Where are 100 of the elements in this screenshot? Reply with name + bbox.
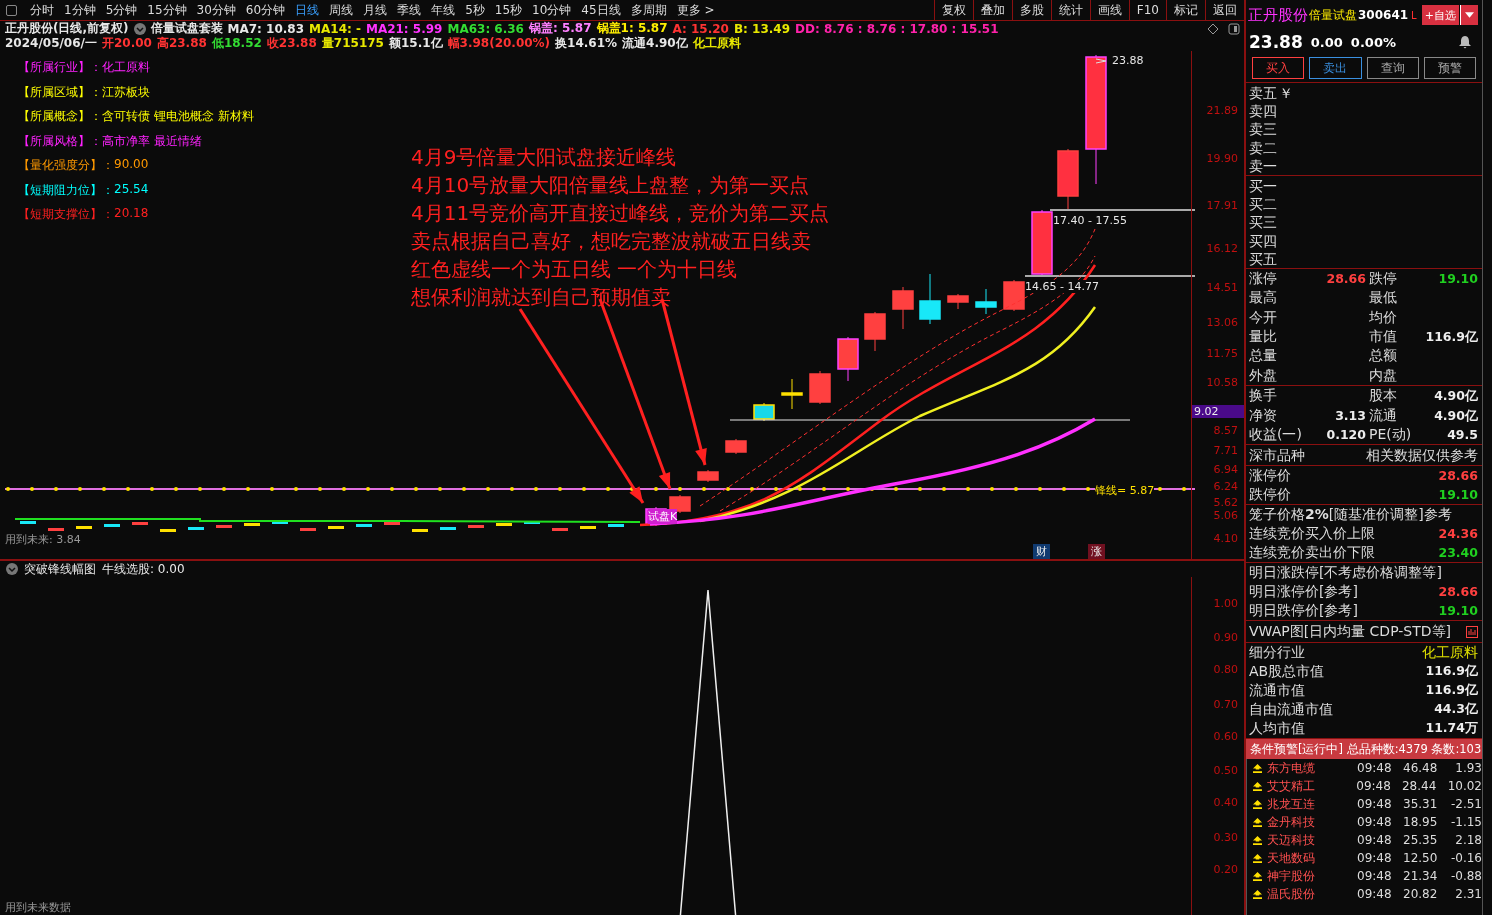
period-tab[interactable]: 日线 xyxy=(290,1,325,19)
candlestick xyxy=(356,524,372,527)
bar-chart-icon[interactable] xyxy=(1466,625,1478,638)
price-axis-label: 7.71 xyxy=(1213,444,1238,457)
alert-stock-name[interactable]: 温氏股份 xyxy=(1267,885,1357,903)
ask-level-label: 卖一 xyxy=(1249,156,1277,175)
trade-button[interactable]: 卖出 xyxy=(1309,57,1362,79)
candlestick xyxy=(132,522,148,525)
currency-mark: ￥ xyxy=(1279,84,1293,103)
toolbar-button[interactable]: 复权 xyxy=(933,0,973,20)
stat-label: 均价 xyxy=(1369,307,1397,327)
toolbar-button[interactable]: 叠加 xyxy=(972,0,1012,20)
toolbar-button[interactable]: 统计 xyxy=(1050,0,1090,20)
price-axis-label: 11.75 xyxy=(1206,347,1238,360)
cage-label: 连续竞价卖出价下限 xyxy=(1249,543,1375,562)
period-tab[interactable]: 更多 > xyxy=(671,1,720,19)
price-axis-label: 19.90 xyxy=(1206,152,1238,165)
alert-time: 09:48 xyxy=(1357,869,1393,884)
toolbar-button[interactable]: 多股 xyxy=(1011,0,1051,20)
candlestick xyxy=(328,526,344,529)
indicator-set-name: 倍量试盘套装 xyxy=(150,20,223,36)
tomorrow-value: 28.66 xyxy=(1438,584,1478,600)
candlestick xyxy=(697,469,719,483)
trade-button[interactable]: 买入 xyxy=(1252,57,1305,79)
period-tab[interactable]: 5分钟 xyxy=(100,1,143,19)
alert-stock-name[interactable]: 兆龙互连 xyxy=(1267,795,1357,813)
stat-value: 4.90亿 xyxy=(1434,406,1478,425)
industry-value: 化工原料 xyxy=(1422,643,1478,662)
stat-value: 19.10 xyxy=(1438,269,1478,288)
toolbar-button[interactable]: F10 xyxy=(1128,0,1166,20)
toolbar-button[interactable]: 返回 xyxy=(1205,0,1244,20)
alert-stock-name[interactable]: 艾艾精工 xyxy=(1266,777,1357,795)
sidebar-toggle-icon[interactable] xyxy=(6,4,17,16)
stat-label: 量比 xyxy=(1249,327,1277,347)
cage-value: 24.36 xyxy=(1438,526,1478,542)
value-amount: 116.9亿 xyxy=(1425,682,1478,700)
period-tab[interactable]: 15秒 xyxy=(489,1,528,19)
stat-label: 总量 xyxy=(1249,346,1277,366)
period-tab[interactable]: 5秒 xyxy=(460,1,490,19)
candlestick xyxy=(1057,148,1079,210)
alert-stock-name[interactable]: 神宇股份 xyxy=(1267,867,1357,885)
period-tab[interactable]: 15分钟 xyxy=(142,1,192,19)
toolbar-button[interactable]: 标记 xyxy=(1166,0,1205,20)
bell-icon[interactable] xyxy=(1458,35,1472,49)
ask-level-label: 卖二 xyxy=(1249,138,1277,157)
indicator-axis-label: 0.90 xyxy=(1213,631,1238,644)
chevron-down-icon[interactable] xyxy=(6,563,18,575)
period-tab[interactable]: 周线 xyxy=(324,1,359,19)
bid-level-label: 买四 xyxy=(1249,231,1277,250)
alert-stock-name[interactable]: 天迈科技 xyxy=(1267,831,1357,849)
period-tab[interactable]: 45日线 xyxy=(576,1,626,19)
indicator-axis-label: 0.40 xyxy=(1213,796,1238,809)
period-tab[interactable]: 分时 xyxy=(25,1,59,19)
candlestick xyxy=(412,529,428,532)
trade-button[interactable]: 预警 xyxy=(1423,57,1476,79)
info-value: 90.00 xyxy=(114,157,149,173)
chevron-down-icon[interactable] xyxy=(133,22,146,35)
alert-time: 09:48 xyxy=(1357,851,1393,866)
alert-stock-name[interactable]: 东方电缆 xyxy=(1267,759,1357,777)
indicator-value: MA21: 5.99 xyxy=(365,21,443,36)
market-kind: 深市品种 xyxy=(1249,446,1305,466)
trade-button[interactable]: 查询 xyxy=(1366,57,1419,79)
period-tab[interactable]: 年线 xyxy=(426,1,461,19)
vwap-link[interactable]: VWAP图[日内均量 CDP-STD等] xyxy=(1249,622,1451,641)
dropdown-button[interactable] xyxy=(1459,5,1478,25)
alert-stock-name[interactable]: 金丹科技 xyxy=(1267,813,1357,831)
future-data-label: 用到未来数据 xyxy=(5,900,71,915)
period-tab[interactable]: 月线 xyxy=(358,1,393,19)
price-axis-label: 6.24 xyxy=(1213,480,1238,493)
alert-stock-name[interactable]: 天地数码 xyxy=(1267,849,1357,867)
candlestick xyxy=(244,523,260,526)
stat-label: 市值 xyxy=(1369,327,1397,347)
alert-price: 21.34 xyxy=(1403,869,1439,884)
candlestick xyxy=(440,527,456,530)
cage-label: 连续竞价买入价上限 xyxy=(1249,524,1375,543)
bid-level-label: 买五 xyxy=(1249,249,1277,268)
event-badge[interactable]: 财 xyxy=(1033,544,1050,559)
indicator-value: B: 13.49 xyxy=(733,21,791,36)
bid-level-label: 买二 xyxy=(1249,195,1277,214)
alert-price: 18.95 xyxy=(1403,815,1439,830)
stat-label: 涨停 xyxy=(1249,268,1277,288)
candlestick xyxy=(216,525,232,528)
alert-price: 20.82 xyxy=(1403,887,1439,902)
period-tab[interactable]: 10分钟 xyxy=(527,1,577,19)
period-tab[interactable]: 60分钟 xyxy=(240,1,291,19)
panel-icon[interactable] xyxy=(1228,22,1240,35)
event-badge[interactable]: 涨 xyxy=(1088,544,1105,559)
tomorrow-label: 明日跌停价[参考] xyxy=(1249,601,1358,620)
alert-price: 28.44 xyxy=(1401,779,1438,794)
annotation-text: 红色虚线一个为五日线 一个为十日线 xyxy=(411,256,739,283)
diamond-icon[interactable] xyxy=(1207,22,1219,35)
add-watchlist-button[interactable]: +自选 xyxy=(1421,5,1459,25)
indicator-value: DD: 8.76 : 8.76 : 17.80 : 15.51 xyxy=(795,21,999,36)
period-tab[interactable]: 30分钟 xyxy=(191,1,241,19)
period-tab[interactable]: 1分钟 xyxy=(59,1,101,19)
period-tab[interactable]: 季线 xyxy=(392,1,427,19)
toolbar-button[interactable]: 画线 xyxy=(1089,0,1129,20)
price-axis-label: 5.06 xyxy=(1213,509,1238,522)
period-tab[interactable]: 多周期 xyxy=(625,1,672,19)
candlestick xyxy=(580,526,596,529)
